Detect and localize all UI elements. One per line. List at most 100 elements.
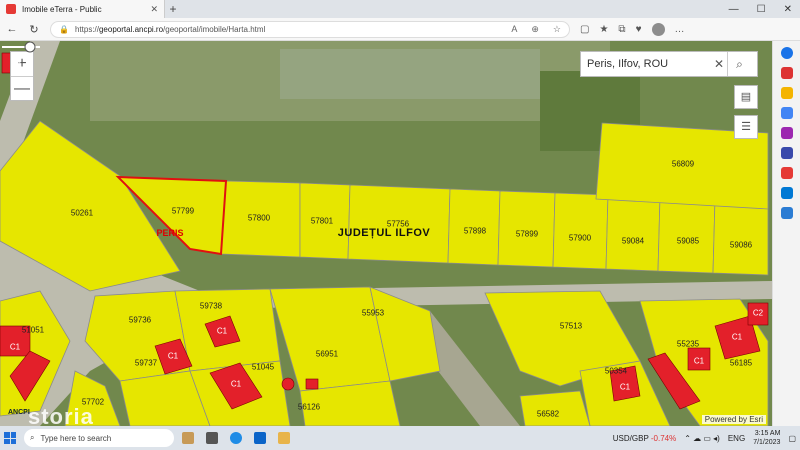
parcel-label: 59084 bbox=[621, 236, 645, 246]
language-indicator[interactable]: ENG bbox=[728, 434, 745, 443]
building-label: C1 bbox=[11, 60, 23, 70]
zoom-icon[interactable]: ⊕ bbox=[531, 24, 539, 35]
stock-name: USD/GBP bbox=[612, 433, 649, 443]
clock-time: 3:15 AM bbox=[754, 430, 781, 437]
parcel-label: 56185 bbox=[729, 358, 753, 368]
taskbar-search[interactable]: ⌕ Type here to search bbox=[24, 429, 174, 447]
minimize-icon[interactable]: — bbox=[729, 4, 739, 15]
edge-icon[interactable] bbox=[230, 432, 242, 444]
new-tab-button[interactable]: + bbox=[165, 2, 181, 16]
parcel-label: 56126 bbox=[297, 402, 321, 412]
sidebar-app-icon[interactable] bbox=[780, 167, 793, 179]
parcel-label: 57898 bbox=[463, 226, 487, 236]
browser-tab[interactable]: Imobile eTerra - Public ✕ bbox=[0, 0, 165, 18]
basemap-toggle-button[interactable]: ▤ bbox=[734, 85, 758, 109]
clock-date: 7/1/2023 bbox=[753, 439, 781, 446]
attribution: Powered by Esri bbox=[701, 415, 766, 424]
sidebar-app-icon[interactable] bbox=[780, 107, 793, 119]
parcel-label: 50354 bbox=[604, 366, 628, 376]
layer-list-button[interactable]: ☰ bbox=[734, 115, 758, 139]
windows-start-icon[interactable] bbox=[4, 432, 16, 444]
read-aloud-icon[interactable]: A bbox=[511, 24, 517, 35]
building-label: C1 bbox=[619, 382, 631, 392]
parcel-label: 57899 bbox=[515, 229, 539, 239]
back-icon[interactable]: ← bbox=[6, 23, 18, 35]
parcel-label: 51051 bbox=[21, 325, 45, 335]
maximize-icon[interactable]: ☐ bbox=[757, 4, 766, 15]
profile-avatar[interactable] bbox=[651, 22, 665, 36]
parcel-label: 57513 bbox=[559, 321, 583, 331]
address-bar[interactable]: 🔒 https://geoportal.ancpi.ro/geoportal/i… bbox=[50, 20, 570, 38]
clock[interactable]: 3:15 AM 7/1/2023 bbox=[753, 429, 780, 447]
edge-sidebar bbox=[772, 41, 800, 426]
cortana-image-icon bbox=[182, 432, 194, 444]
parcel-label: 51045 bbox=[251, 362, 275, 372]
menu-icon[interactable]: … bbox=[675, 24, 685, 35]
parcel-label: 59085 bbox=[676, 236, 700, 246]
building-label: C2 bbox=[752, 308, 764, 318]
parcel-label: 59738 bbox=[199, 301, 223, 311]
extensions-icon[interactable]: ♥ bbox=[636, 24, 642, 35]
parcel-label: 57900 bbox=[568, 233, 592, 243]
site-favicon-icon bbox=[6, 4, 16, 14]
favorites-icon[interactable]: ★ bbox=[599, 24, 608, 35]
building-label: C1 bbox=[216, 326, 228, 336]
parcel-label: 59736 bbox=[128, 315, 152, 325]
clear-search-icon[interactable]: ✕ bbox=[711, 57, 727, 71]
search-icon: ⌕ bbox=[30, 433, 35, 442]
parcel-label: 59086 bbox=[729, 240, 753, 250]
map-search-input[interactable] bbox=[581, 58, 711, 70]
word-icon[interactable] bbox=[780, 207, 793, 219]
notifications-icon[interactable]: ▢ bbox=[788, 434, 796, 443]
parcel-label: 50261 bbox=[70, 208, 94, 218]
parcel-label: 56809 bbox=[671, 159, 695, 169]
window-controls: — ☐ ✕ bbox=[729, 4, 800, 15]
bing-icon[interactable] bbox=[780, 47, 793, 59]
building-label: C1 bbox=[731, 332, 743, 342]
sidebar-app-icon[interactable] bbox=[780, 67, 793, 79]
close-window-icon[interactable]: ✕ bbox=[784, 4, 792, 15]
building-label: C1 bbox=[230, 379, 242, 389]
outlook-icon[interactable] bbox=[254, 432, 266, 444]
task-view-icon[interactable] bbox=[206, 432, 218, 444]
stock-widget[interactable]: USD/GBP -0.74% bbox=[613, 434, 676, 443]
ancpi-logo: ANCPI bbox=[8, 409, 30, 416]
url-host: geoportal.ancpi.ro bbox=[98, 24, 164, 34]
outlook-icon[interactable] bbox=[780, 187, 793, 199]
tab-title: Imobile eTerra - Public bbox=[22, 4, 102, 14]
zoom-control: + — bbox=[10, 51, 34, 101]
map-view[interactable]: + — ✕ ⌕ ▤ ☰ 50261 57799 57800 57801 5775… bbox=[0, 41, 772, 426]
parcel-label: 57799 bbox=[171, 206, 195, 216]
parcel-label: 59737 bbox=[134, 358, 158, 368]
search-icon[interactable]: ⌕ bbox=[727, 52, 751, 76]
building-label: C1 bbox=[9, 342, 21, 352]
favorite-star-icon[interactable]: ☆ bbox=[553, 24, 561, 35]
tray-icons[interactable]: ⌃ ☁ ▭ ◂) bbox=[684, 434, 720, 443]
county-label: JUDEȚUL ILFOV bbox=[337, 227, 431, 239]
parcel-label: 57800 bbox=[247, 213, 271, 223]
parcel-label: 56951 bbox=[315, 349, 339, 359]
map-slider[interactable] bbox=[0, 41, 42, 53]
building-label: C1 bbox=[693, 356, 705, 366]
system-tray: USD/GBP -0.74% ⌃ ☁ ▭ ◂) ENG 3:15 AM 7/1/… bbox=[613, 429, 796, 447]
url-scheme: https:// bbox=[74, 24, 99, 34]
taskbar: ⌕ Type here to search USD/GBP -0.74% ⌃ ☁… bbox=[0, 426, 800, 450]
zoom-out-button[interactable]: — bbox=[11, 76, 33, 100]
stock-change: -0.74% bbox=[650, 433, 677, 443]
sidebar-app-icon[interactable] bbox=[780, 87, 793, 99]
file-explorer-icon[interactable] bbox=[278, 432, 290, 444]
close-tab-icon[interactable]: ✕ bbox=[150, 4, 158, 15]
sidebar-app-icon[interactable] bbox=[780, 147, 793, 159]
map-search-box: ✕ ⌕ bbox=[580, 51, 758, 77]
sidebar-app-icon[interactable] bbox=[780, 127, 793, 139]
collections-icon[interactable]: ⧉ bbox=[618, 24, 625, 35]
parcel-label: 55953 bbox=[361, 308, 385, 318]
parcel-label: 55235 bbox=[676, 339, 700, 349]
split-screen-icon[interactable]: ▢ bbox=[580, 24, 589, 35]
parcel-label: 56582 bbox=[536, 409, 560, 419]
refresh-icon[interactable]: ↻ bbox=[28, 23, 40, 36]
building-label: C1 bbox=[167, 351, 179, 361]
watermark: storia bbox=[28, 404, 94, 426]
lock-icon: 🔒 bbox=[59, 24, 69, 34]
taskbar-search-placeholder: Type here to search bbox=[40, 433, 112, 443]
